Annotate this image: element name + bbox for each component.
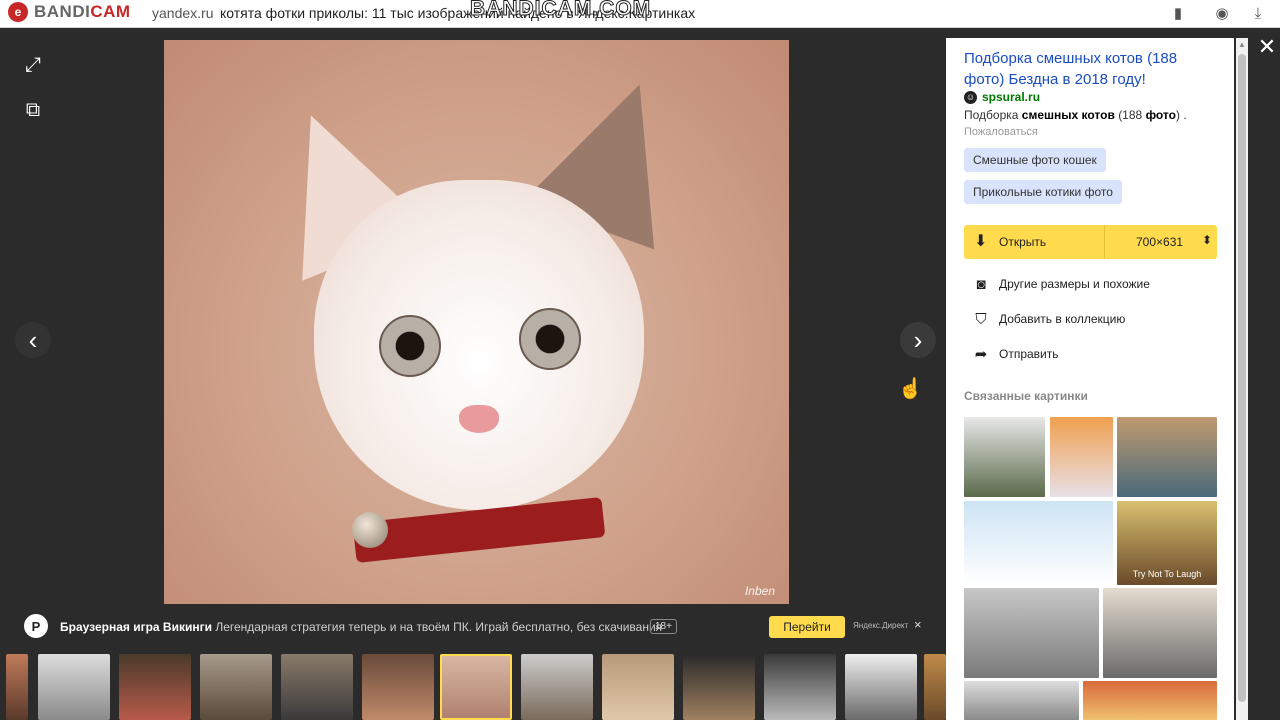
bandicam-badge-icon: e bbox=[8, 2, 28, 22]
related-image[interactable] bbox=[1103, 588, 1217, 678]
thumbnail[interactable] bbox=[38, 654, 110, 720]
download-arrow-icon: ⬇ bbox=[974, 233, 988, 250]
download-icon[interactable]: ⤓ bbox=[1248, 4, 1268, 24]
address-domain[interactable]: yandex.ru bbox=[152, 5, 213, 21]
action-label: Отправить bbox=[999, 347, 1059, 361]
sidebar-scrollbar[interactable]: ▲ bbox=[1236, 38, 1248, 720]
thumbnail[interactable] bbox=[362, 654, 434, 720]
ad-banner: P Браузерная игра Викинги Легендарная ст… bbox=[6, 606, 946, 646]
ad-description: Легендарная стратегия теперь и на твоём … bbox=[215, 620, 663, 634]
open-divider bbox=[1104, 225, 1105, 259]
tag-chip[interactable]: Прикольные котики фото bbox=[964, 180, 1122, 204]
ad-close-icon[interactable]: × bbox=[914, 617, 922, 632]
other-sizes-action[interactable]: ◙ Другие размеры и похожие bbox=[970, 273, 1150, 295]
related-image[interactable] bbox=[1050, 417, 1113, 497]
add-to-collection-action[interactable]: ⛉ Добавить в коллекцию bbox=[970, 308, 1125, 330]
thumbnail[interactable] bbox=[119, 654, 191, 720]
age-badge: 18+ bbox=[650, 619, 677, 634]
size-caret-icon[interactable]: ⬍ bbox=[1202, 233, 1212, 247]
share-arrow-icon: ➦ bbox=[974, 346, 988, 363]
ad-name: Браузерная игра Викинги bbox=[60, 620, 212, 634]
action-label: Другие размеры и похожие bbox=[999, 277, 1150, 291]
thumbnail[interactable] bbox=[845, 654, 917, 720]
related-heading: Связанные картинки bbox=[964, 389, 1088, 403]
result-description: Подборка смешных котов (188 фото) . bbox=[964, 108, 1187, 122]
related-caption: Try Not To Laugh bbox=[1132, 569, 1202, 579]
open-image-button[interactable]: ⬇ Открыть 700×631 ⬍ bbox=[964, 225, 1217, 259]
open-label: Открыть bbox=[999, 235, 1047, 249]
tag-chip[interactable]: Смешные фото кошек bbox=[964, 148, 1106, 172]
browser-toolbar: e BANDICAM yandex.ru котята фотки прикол… bbox=[0, 0, 1280, 28]
close-icon[interactable]: ✕ bbox=[1256, 34, 1278, 59]
related-image[interactable] bbox=[964, 417, 1045, 497]
next-image-button[interactable]: › bbox=[900, 322, 936, 358]
ad-text[interactable]: Браузерная игра Викинги Легендарная стра… bbox=[60, 620, 662, 634]
bookmark-star-icon[interactable]: ▮ bbox=[1168, 4, 1188, 24]
share-action[interactable]: ➦ Отправить bbox=[970, 343, 1059, 365]
image-signature: Inben bbox=[744, 584, 775, 598]
collar-bell bbox=[352, 512, 388, 548]
ad-go-button[interactable]: Перейти bbox=[769, 616, 845, 638]
ad-logo-icon: P bbox=[24, 614, 48, 638]
bandicam-wordmark: BANDICAM bbox=[34, 2, 131, 21]
thumbnail[interactable] bbox=[281, 654, 353, 720]
image-size-select[interactable]: 700×631 bbox=[1136, 235, 1183, 249]
related-image[interactable]: Try Not To Laugh bbox=[1117, 501, 1217, 585]
related-image[interactable] bbox=[964, 588, 1099, 678]
cat-head bbox=[314, 180, 644, 510]
related-image[interactable] bbox=[964, 681, 1079, 720]
thumbnail[interactable] bbox=[602, 654, 674, 720]
thumbnail[interactable] bbox=[683, 654, 755, 720]
cat-nose bbox=[459, 405, 499, 433]
camera-icon: ◙ bbox=[976, 275, 986, 293]
thumbnail[interactable] bbox=[200, 654, 272, 720]
cat-eye-left bbox=[379, 315, 441, 377]
source-link[interactable]: ☺ spsural.ru bbox=[964, 90, 1040, 104]
ad-direct-label[interactable]: Яндекс.Директ bbox=[853, 621, 908, 630]
bookmark-icon: ⛉ bbox=[975, 310, 987, 328]
discord-icon[interactable]: ◉ bbox=[1212, 4, 1232, 24]
related-image[interactable] bbox=[1083, 681, 1217, 720]
thumbnail[interactable] bbox=[6, 654, 28, 720]
thumbnail[interactable] bbox=[924, 654, 946, 720]
mouse-cursor-icon: ☝ bbox=[898, 378, 923, 400]
source-domain: spsural.ru bbox=[982, 90, 1041, 104]
thumbnail[interactable] bbox=[521, 654, 593, 720]
result-title-link[interactable]: Подборка смешных котов (188 фото) Бездна… bbox=[964, 48, 1214, 90]
thumbnail-strip bbox=[6, 652, 946, 720]
related-image[interactable] bbox=[1117, 417, 1217, 497]
crop-icon[interactable]: ⧉ bbox=[15, 92, 51, 128]
related-image[interactable] bbox=[964, 501, 1113, 585]
fullscreen-icon[interactable]: ⤢ bbox=[15, 47, 51, 83]
recorder-watermark: BANDICAM.COM bbox=[469, 0, 652, 21]
prev-image-button[interactable]: ‹ bbox=[15, 322, 51, 358]
complain-link[interactable]: Пожаловаться bbox=[964, 126, 1038, 138]
cat-eye-right bbox=[519, 308, 581, 370]
image-info-sidebar: Подборка смешных котов (188 фото) Бездна… bbox=[946, 38, 1234, 720]
scroll-thumb[interactable] bbox=[1238, 54, 1246, 702]
main-image[interactable]: Inben bbox=[164, 40, 789, 604]
thumbnail[interactable] bbox=[764, 654, 836, 720]
bandicam-logo: e BANDICAM bbox=[8, 2, 131, 22]
action-label: Добавить в коллекцию bbox=[999, 312, 1126, 326]
site-favicon-icon: ☺ bbox=[964, 90, 977, 104]
thumbnail-active[interactable] bbox=[440, 654, 512, 720]
scroll-up-icon[interactable]: ▲ bbox=[1238, 40, 1246, 49]
